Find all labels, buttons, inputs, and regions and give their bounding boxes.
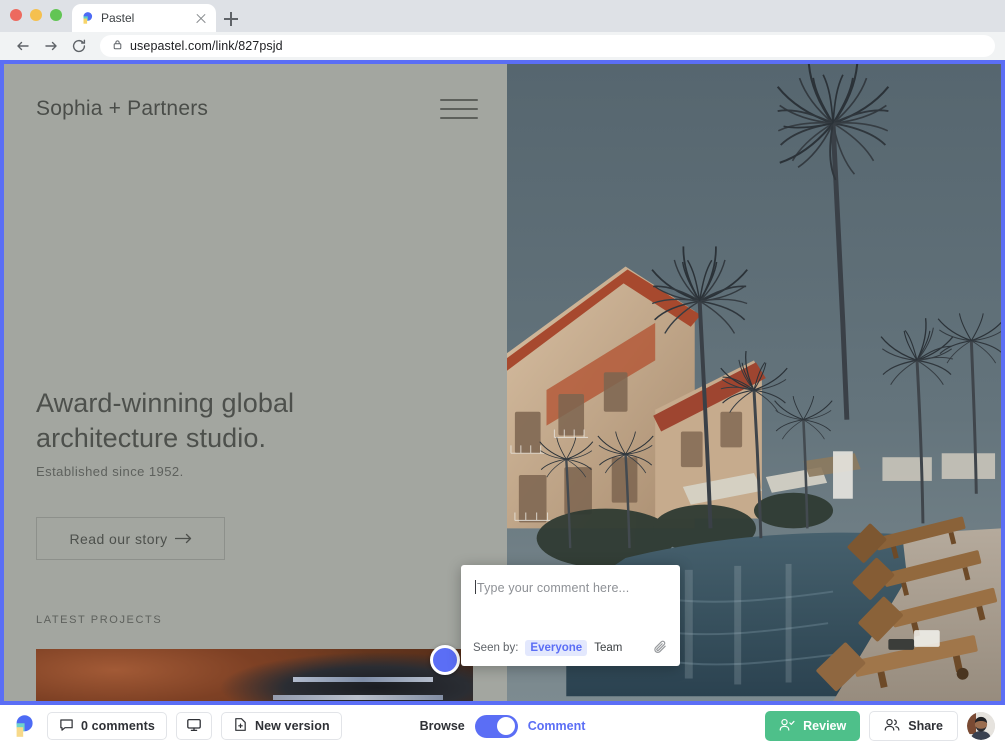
address-bar[interactable]: usepastel.com/link/827psjd	[100, 35, 995, 57]
toggle-knob	[497, 717, 515, 735]
review-button-label: Review	[803, 719, 846, 733]
pastel-toolbar: 0 comments New version Browse Comm	[0, 705, 1005, 747]
maximize-window-button[interactable]	[50, 9, 62, 21]
comments-count-label: 0 comments	[81, 719, 155, 733]
audience-option-everyone[interactable]: Everyone	[525, 640, 587, 656]
seen-by-label: Seen by:	[473, 642, 518, 654]
mode-toggle[interactable]	[475, 715, 518, 738]
project-card-detail	[293, 677, 433, 682]
speech-bubble-icon	[59, 717, 74, 735]
toolbar-right-actions: Review Share	[765, 711, 995, 741]
pastel-logo-icon	[80, 11, 94, 25]
text-caret	[475, 580, 476, 594]
address-bar-url: usepastel.com/link/827psjd	[130, 39, 283, 53]
browser-tab-title: Pastel	[101, 11, 187, 25]
browser-tab[interactable]: Pastel	[72, 4, 216, 32]
review-button[interactable]: Review	[765, 711, 860, 741]
site-brand: Sophia + Partners	[36, 97, 208, 121]
comments-button[interactable]: 0 comments	[47, 712, 167, 740]
lock-icon	[112, 37, 123, 55]
close-icon[interactable]	[194, 11, 208, 25]
minimize-window-button[interactable]	[30, 9, 42, 21]
hamburger-menu-icon[interactable]	[440, 99, 478, 121]
site-left-column: Sophia + Partners Award-winning global a…	[4, 64, 507, 701]
share-button[interactable]: Share	[869, 711, 958, 741]
new-version-label: New version	[255, 719, 330, 733]
new-version-button[interactable]: New version	[221, 712, 342, 740]
comment-placeholder: Type your comment here...	[477, 581, 629, 595]
mode-label-comment[interactable]: Comment	[528, 719, 586, 733]
read-our-story-label: Read our story	[69, 531, 167, 547]
site-viewport: Sophia + Partners Award-winning global a…	[4, 64, 1001, 701]
project-card-detail	[273, 695, 443, 700]
monitor-icon	[186, 717, 202, 736]
arrow-right-icon[interactable]	[38, 33, 64, 59]
comment-input[interactable]: Type your comment here...	[461, 565, 680, 633]
paperclip-icon[interactable]	[653, 640, 668, 655]
document-plus-icon	[233, 717, 248, 735]
section-label-latest-projects: LATEST PROJECTS	[36, 614, 162, 626]
comment-popup[interactable]: Type your comment here... Seen by: Every…	[461, 565, 680, 666]
browser-tab-strip: Pastel	[0, 0, 1005, 32]
arrow-left-icon[interactable]	[10, 33, 36, 59]
project-card[interactable]	[36, 649, 473, 701]
browser-nav-bar: usepastel.com/link/827psjd	[0, 32, 1005, 60]
device-preview-button[interactable]	[176, 712, 212, 740]
user-avatar	[967, 712, 995, 740]
window-controls[interactable]	[10, 9, 62, 21]
browser-chrome: Pastel	[0, 0, 1005, 60]
avatar[interactable]	[967, 712, 995, 740]
app-root: Pastel	[0, 0, 1005, 747]
share-button-label: Share	[908, 719, 943, 733]
arrow-right-icon	[175, 531, 192, 547]
mode-label-browse[interactable]: Browse	[420, 719, 465, 733]
plus-icon[interactable]	[220, 8, 242, 30]
page-title: Award-winning global architecture studio…	[36, 386, 436, 456]
pastel-logo-icon[interactable]	[10, 713, 36, 739]
comment-pin-marker[interactable]	[430, 645, 460, 675]
hero-subtitle: Established since 1952.	[36, 464, 184, 479]
read-our-story-button[interactable]: Read our story	[36, 517, 225, 560]
pastel-review-frame: Sophia + Partners Award-winning global a…	[0, 60, 1005, 705]
person-check-icon	[779, 717, 795, 736]
people-icon	[884, 717, 900, 736]
audience-option-team[interactable]: Team	[594, 642, 622, 654]
comment-popup-footer: Seen by: Everyone Team	[461, 633, 680, 666]
close-window-button[interactable]	[10, 9, 22, 21]
reload-icon[interactable]	[66, 33, 92, 59]
